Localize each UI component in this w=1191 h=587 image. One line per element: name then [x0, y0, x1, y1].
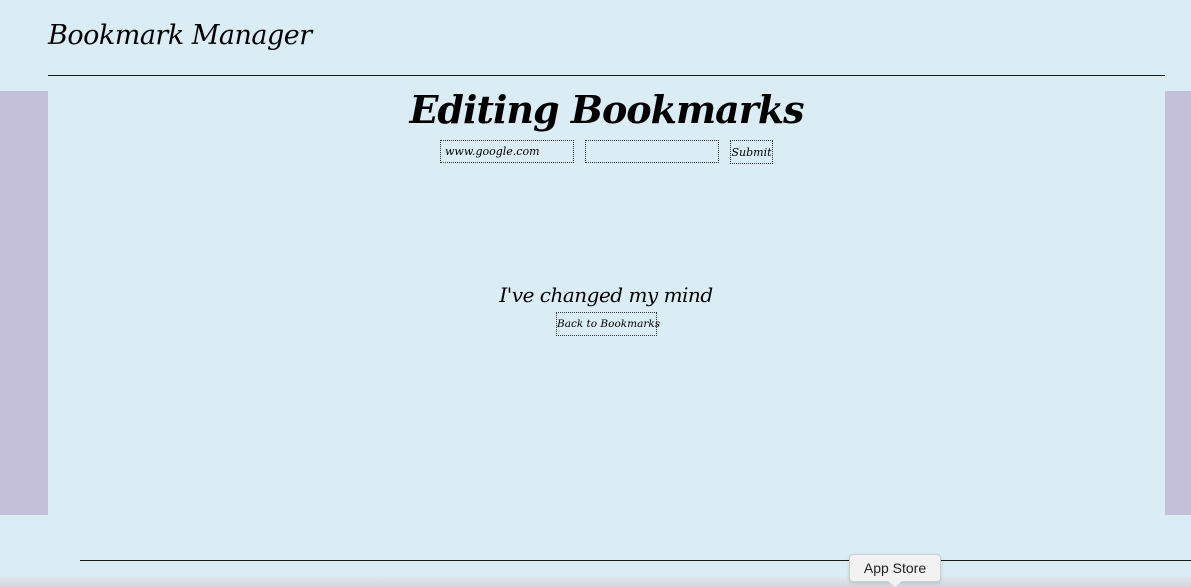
back-to-bookmarks-button[interactable]: Back to Bookmarks — [556, 312, 660, 336]
title-input[interactable] — [585, 140, 719, 163]
footer-divider — [80, 560, 1191, 561]
dock-tooltip-arrow — [888, 581, 902, 587]
page: Bookmark Manager Editing Bookmarks Submi… — [0, 0, 1191, 587]
dock-tooltip: App Store — [849, 554, 941, 582]
submit-button[interactable]: Submit — [730, 140, 773, 164]
cancel-prompt: I've changed my mind — [499, 283, 713, 307]
header-divider — [48, 75, 1165, 76]
dock — [0, 576, 1191, 587]
site-title: Bookmark Manager — [48, 20, 312, 51]
url-input[interactable] — [440, 140, 574, 163]
page-heading: Editing Bookmarks — [409, 87, 804, 132]
